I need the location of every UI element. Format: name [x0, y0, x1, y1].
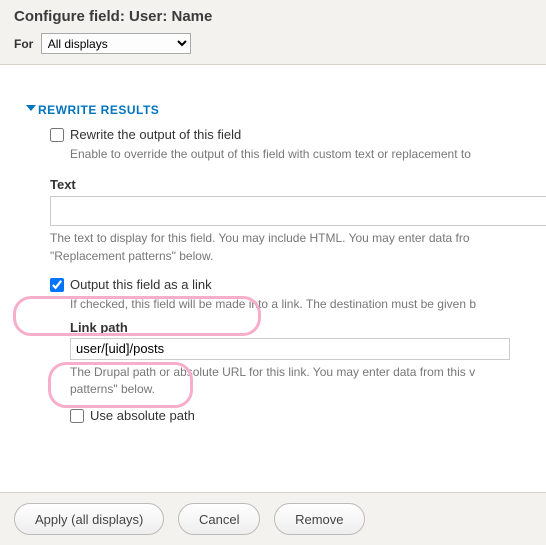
output-as-link-label: Output this field as a link	[70, 277, 212, 292]
rewrite-results-legend: REWRITE RESULTS	[38, 103, 159, 117]
displays-select[interactable]: All displays	[41, 33, 191, 54]
rewrite-output-desc: Enable to override the output of this fi…	[70, 146, 518, 163]
dialog-header: Configure field: User: Name For All disp…	[0, 0, 546, 65]
output-as-link-desc: If checked, this field will be made into…	[70, 296, 518, 313]
link-path-input[interactable]	[70, 338, 510, 360]
output-as-link-checkbox[interactable]	[50, 278, 64, 292]
text-label: Text	[50, 177, 518, 192]
for-row: For All displays	[14, 33, 532, 54]
dialog-content: REWRITE RESULTS Rewrite the output of th…	[0, 65, 546, 437]
text-desc: The text to display for this field. You …	[50, 230, 518, 265]
collapse-icon	[26, 105, 36, 111]
link-path-desc: The Drupal path or absolute URL for this…	[70, 364, 518, 399]
for-label: For	[14, 37, 33, 51]
rewrite-output-label: Rewrite the output of this field	[70, 127, 241, 142]
cancel-button[interactable]: Cancel	[178, 503, 260, 535]
link-path-label: Link path	[70, 320, 518, 335]
rewrite-results-toggle[interactable]: REWRITE RESULTS	[28, 103, 518, 117]
dialog-title: Configure field: User: Name	[14, 8, 532, 25]
text-input[interactable]	[50, 196, 546, 226]
remove-button[interactable]: Remove	[274, 503, 364, 535]
use-absolute-label: Use absolute path	[90, 408, 195, 423]
apply-button[interactable]: Apply (all displays)	[14, 503, 164, 535]
dialog-footer: Apply (all displays) Cancel Remove	[0, 492, 546, 545]
use-absolute-checkbox[interactable]	[70, 409, 84, 423]
rewrite-output-checkbox[interactable]	[50, 128, 64, 142]
